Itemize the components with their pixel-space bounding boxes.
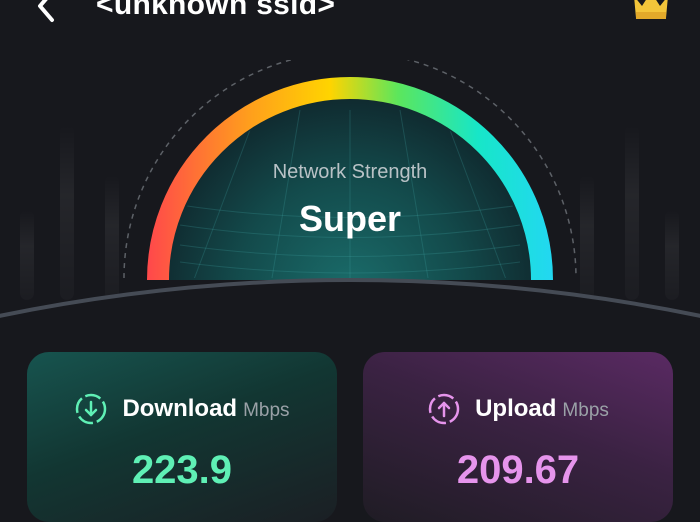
upload-card-header: Upload Mbps [363,392,673,426]
download-card-header: Download Mbps [27,392,337,426]
download-title: Download [122,395,238,422]
download-icon [76,393,107,425]
chevron-left-icon [38,0,54,22]
network-strength-value: Super [298,198,402,239]
upload-title: Upload [475,395,557,422]
ground-curve [0,280,700,340]
download-unit: Mbps [243,400,290,421]
download-card: Download Mbps 223.9 [27,352,337,522]
network-strength-label: Network Strength [272,161,428,183]
upload-unit: Mbps [562,400,609,421]
download-speed-value: 223.9 [131,448,233,492]
back-button[interactable] [26,0,66,26]
upload-card: Upload Mbps 209.67 [363,352,673,522]
upload-icon [428,393,460,425]
premium-button[interactable] [628,0,674,24]
upload-speed-value: 209.67 [456,448,580,492]
app-header: <unknown ssid> [0,0,700,30]
network-ssid-title: <unknown ssid> [96,0,336,21]
crown-icon [634,0,668,19]
